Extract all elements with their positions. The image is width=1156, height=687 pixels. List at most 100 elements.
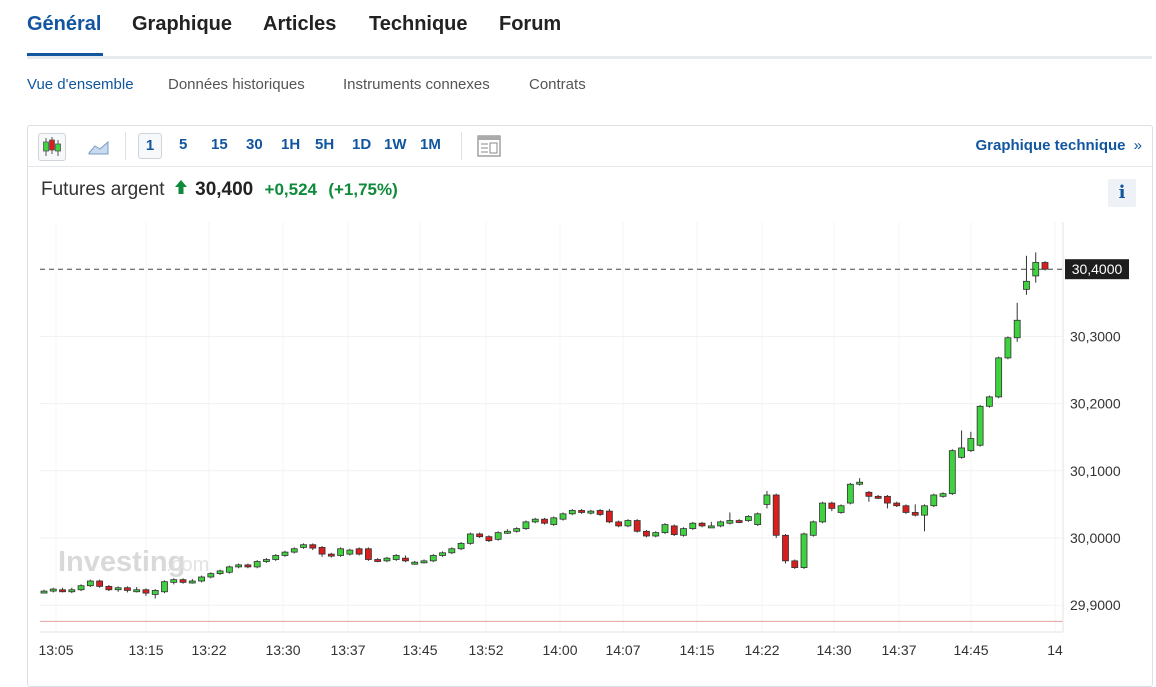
candle-body-up	[967, 438, 975, 452]
candle-body-up	[225, 566, 233, 573]
candle-body-up	[726, 520, 734, 524]
candle-body-down	[884, 495, 891, 504]
candle-body-up	[680, 528, 687, 536]
candle-body-up	[466, 533, 474, 544]
candle	[40, 589, 48, 594]
candle	[809, 520, 817, 537]
candle	[791, 559, 799, 569]
x-tick-label: 14:30	[816, 642, 851, 658]
candle-body-up	[300, 544, 307, 548]
candle	[346, 548, 354, 556]
candle	[466, 532, 474, 545]
candle-body-up	[837, 505, 845, 513]
candle	[485, 535, 493, 543]
candle-body-down	[596, 510, 604, 515]
candle	[383, 556, 391, 563]
candle-body-up	[448, 548, 456, 554]
candle	[1023, 255, 1030, 295]
candle	[439, 551, 446, 557]
candle-body-down	[309, 544, 317, 549]
candle	[921, 504, 928, 532]
candle	[244, 563, 252, 569]
candle-body-up	[661, 524, 669, 534]
candle-body-up	[568, 510, 576, 515]
candle	[198, 575, 205, 583]
candle	[670, 524, 678, 536]
candle	[605, 509, 613, 524]
candle-series	[40, 252, 1049, 599]
candle	[161, 580, 168, 594]
candle	[995, 356, 1003, 399]
candle	[151, 589, 159, 599]
candle-body-up	[290, 548, 298, 553]
candle	[1013, 302, 1021, 342]
candle	[522, 520, 530, 530]
candle	[494, 531, 502, 541]
candle	[300, 543, 307, 549]
candle-body-down	[735, 520, 743, 523]
candle	[59, 587, 66, 593]
candle	[911, 504, 919, 517]
candle	[188, 578, 196, 584]
candle-body-down	[59, 589, 66, 593]
candle	[633, 519, 641, 533]
candle-body-down	[402, 557, 409, 562]
candle-body-down	[893, 502, 901, 507]
candle-body-up	[420, 560, 428, 564]
candle	[846, 482, 854, 505]
candle	[392, 554, 400, 561]
candle	[624, 519, 632, 528]
candle	[930, 493, 938, 508]
candle	[643, 529, 650, 538]
candle	[86, 579, 94, 588]
candle-body-up	[522, 521, 530, 529]
candle-body-up	[513, 528, 521, 532]
candle-body-up	[689, 522, 697, 529]
candle-body-up	[346, 549, 354, 555]
candle-body-up	[86, 580, 94, 587]
candle-body-down	[485, 536, 493, 542]
candle	[782, 533, 789, 564]
candle	[596, 509, 604, 516]
candle	[364, 547, 372, 561]
y-tick-label: 30,2000	[1070, 396, 1121, 412]
candle	[290, 547, 298, 554]
candle	[939, 492, 947, 498]
candle	[504, 529, 511, 534]
x-tick-label: 13:05	[38, 642, 73, 658]
y-tick-label: 30,3000	[1070, 328, 1121, 344]
candle-body-down	[364, 548, 372, 560]
candle-body-up	[494, 532, 502, 540]
candle-body-up	[763, 494, 771, 505]
candle-body-down	[615, 521, 623, 527]
candle	[77, 584, 85, 592]
candle-body-down	[782, 534, 789, 562]
candle-body-up	[504, 530, 511, 534]
candle-body-up	[114, 587, 122, 591]
candle	[587, 509, 595, 515]
candle	[680, 527, 687, 537]
candle	[337, 547, 344, 557]
candle-body-down	[902, 505, 910, 513]
candle-body-up	[995, 357, 1003, 398]
candle-body-up	[652, 532, 660, 537]
x-tick-label: 14:15	[679, 642, 714, 658]
candle	[985, 395, 993, 408]
candle-body-up	[531, 518, 539, 523]
candle-body-down	[179, 579, 187, 583]
x-tick-label: 14:00	[542, 642, 577, 658]
candle-body-down	[105, 585, 113, 591]
candle	[735, 519, 743, 524]
candle	[541, 517, 548, 525]
x-tick-label: 14:45	[953, 642, 988, 658]
candle-body-up	[985, 396, 993, 407]
candlestick-chart[interactable]: Investing .com 29,900030,000030,100030,2…	[0, 0, 1156, 663]
y-tick-label: 29,9000	[1070, 597, 1121, 613]
candle	[309, 543, 317, 551]
candle-body-up	[939, 493, 947, 497]
candle-body-down	[96, 580, 104, 587]
candle-body-up	[392, 555, 400, 560]
candle	[763, 490, 771, 509]
candle	[374, 558, 382, 563]
candle-body-down	[142, 589, 150, 594]
